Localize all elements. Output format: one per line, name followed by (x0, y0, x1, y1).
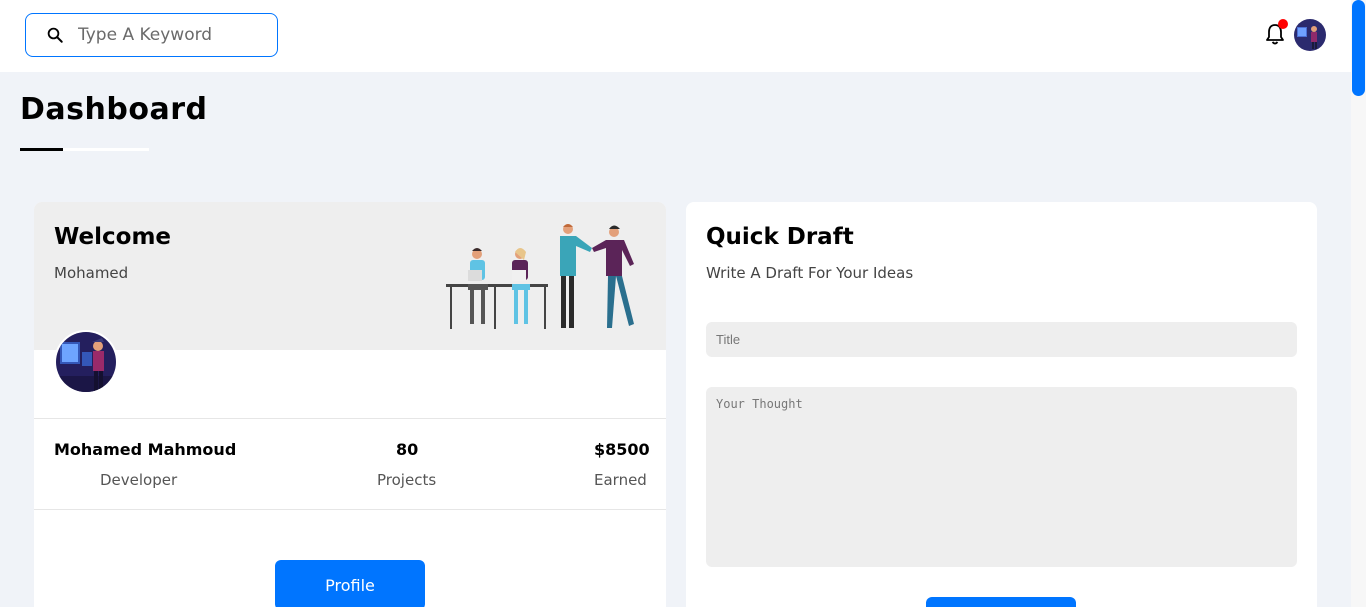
welcome-banner: Welcome Mohamed (34, 202, 666, 350)
search-box[interactable] (25, 13, 278, 57)
projects-count: 80 (396, 440, 419, 459)
title-underline-light (63, 148, 149, 151)
team-illustration (446, 224, 634, 329)
welcome-title: Welcome (54, 224, 172, 250)
profile-button[interactable]: Profile (275, 560, 425, 607)
draft-save-button[interactable] (926, 597, 1076, 607)
user-avatar-image (56, 332, 116, 392)
projects-label: Projects (377, 471, 437, 489)
profile-full-name: Mohamed Mahmoud (54, 440, 237, 459)
title-underline (20, 148, 63, 151)
avatar[interactable] (1294, 19, 1326, 51)
earned-amount: $8500 (594, 440, 650, 459)
divider (34, 509, 666, 510)
user-avatar-image (1294, 19, 1326, 51)
draft-title-input[interactable] (706, 322, 1297, 357)
draft-title: Quick Draft (706, 224, 854, 250)
avatar[interactable] (54, 330, 118, 394)
profile-role: Developer (100, 471, 178, 489)
draft-thought-textarea[interactable] (706, 387, 1297, 567)
notification-button[interactable] (1264, 19, 1288, 46)
welcome-name: Mohamed (54, 264, 129, 282)
page-title: Dashboard (20, 92, 208, 127)
notification-badge (1278, 19, 1288, 29)
divider (34, 418, 666, 419)
search-input[interactable] (78, 25, 258, 45)
quick-draft-card: Quick Draft Write A Draft For Your Ideas (686, 202, 1317, 607)
earned-label: Earned (594, 471, 647, 489)
welcome-card: Welcome Mohamed Mohamed Mahmoud Develope… (34, 202, 666, 607)
top-header (0, 0, 1351, 72)
scrollbar-track[interactable] (1351, 0, 1366, 607)
search-icon (47, 27, 63, 43)
scrollbar-thumb[interactable] (1352, 0, 1365, 96)
draft-subtitle: Write A Draft For Your Ideas (706, 264, 914, 282)
